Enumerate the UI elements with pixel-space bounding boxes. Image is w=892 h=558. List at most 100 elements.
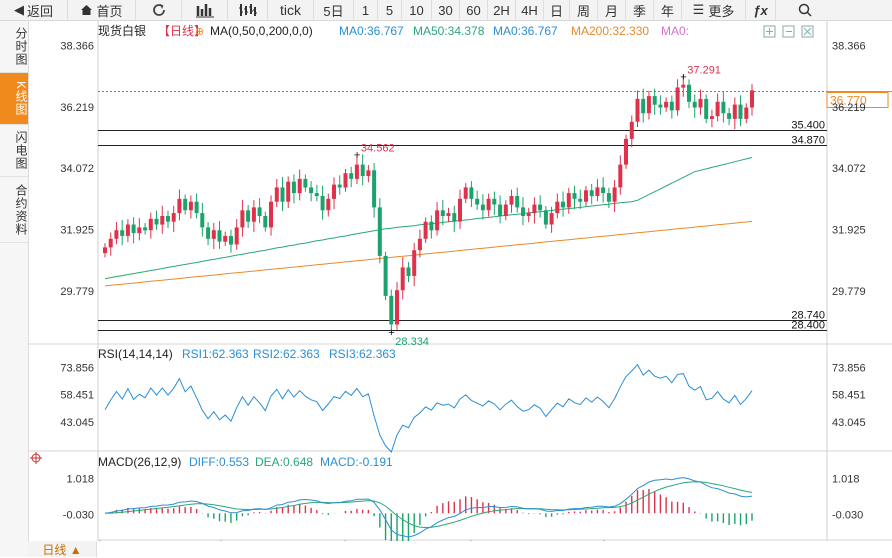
bar-type-button[interactable]	[228, 0, 268, 20]
sidebar-item-kline[interactable]: K线图	[0, 73, 28, 125]
macd-tick-left: 1.018	[66, 473, 94, 485]
sidebar-item-flash[interactable]: 闪电图	[0, 125, 28, 177]
y-tick-right: 34.072	[832, 163, 866, 175]
candle-body	[246, 210, 251, 222]
period-4h[interactable]: 4H	[516, 0, 544, 20]
formula-button[interactable]: ƒx	[746, 0, 776, 20]
y-tick-right: 29.779	[832, 286, 866, 298]
tick-button[interactable]: tick	[268, 0, 314, 20]
fx-icon: ƒx	[753, 2, 768, 18]
candle-body	[727, 113, 732, 119]
y-tick-left: 29.779	[60, 286, 94, 298]
candle-body	[503, 204, 508, 216]
candle-body	[303, 178, 308, 188]
candle-body	[561, 201, 565, 208]
extreme-label: 37.291	[687, 64, 721, 76]
refresh-icon	[152, 4, 165, 16]
candle-body	[217, 230, 222, 242]
expand-icon[interactable]	[763, 25, 776, 38]
candle-body	[343, 173, 348, 188]
search-button[interactable]	[776, 0, 834, 20]
candle-body	[664, 101, 669, 108]
y-tick-right: 31.925	[832, 225, 866, 237]
candle-body	[166, 216, 170, 222]
candle-body	[108, 238, 113, 248]
rsi2-legend: RSI2:62.363	[253, 347, 320, 361]
sidebar-item-contract-info[interactable]: 合约资料	[0, 177, 28, 243]
bottom-tab-daily[interactable]: 日线 ▲	[28, 541, 97, 557]
settings-icon[interactable]: ⊕	[195, 26, 204, 38]
candle-body	[543, 210, 548, 225]
candle-body	[641, 98, 646, 114]
candle-body	[177, 198, 182, 214]
candle-body	[486, 198, 491, 211]
candle-body	[584, 190, 588, 202]
candle-body	[589, 190, 594, 196]
period-2h[interactable]: 2H	[488, 0, 516, 20]
candle-body	[125, 224, 130, 236]
candle-body	[515, 196, 520, 208]
candle-body	[114, 230, 119, 239]
candle-body	[669, 101, 674, 111]
candle-body	[269, 201, 273, 228]
candle-body	[360, 164, 365, 176]
candle-body	[658, 104, 663, 108]
period-week[interactable]: 周	[570, 0, 598, 20]
period-60min[interactable]: 60	[460, 0, 488, 20]
candles	[103, 74, 754, 333]
candle-body	[354, 164, 359, 179]
period-day[interactable]: 日	[544, 0, 570, 20]
period-month[interactable]: 月	[598, 0, 626, 20]
more-button[interactable]: ☰ 更多	[682, 0, 746, 20]
back-arrow-icon: ◀	[13, 2, 24, 17]
candle-body	[274, 187, 279, 202]
candle-body	[744, 107, 749, 119]
candle-body	[194, 201, 199, 214]
legend-ma50: MA50:34.378	[413, 24, 485, 38]
period-year[interactable]: 年	[654, 0, 682, 20]
candle-body	[286, 181, 291, 202]
period-quarter[interactable]: 季	[626, 0, 654, 20]
candle-body	[320, 196, 325, 211]
kline-chart[interactable]: 现货白银 【日线】 ⊕ MA(0,50,0,200,0,0) MA0:36.76…	[28, 21, 892, 541]
candle-body	[412, 250, 417, 276]
sidebar-item-timeshare[interactable]: 分时图	[0, 21, 28, 73]
back-button[interactable]: ◀ 返回	[0, 0, 68, 20]
sidebar: 分时图 K线图 闪电图 合约资料	[0, 21, 29, 557]
candle-body	[595, 187, 600, 196]
candle-body	[440, 210, 445, 216]
candlestick-icon	[195, 4, 214, 18]
legend-ma0: MA0:36.767	[339, 24, 404, 38]
candle-body	[692, 101, 697, 108]
candle-body	[606, 193, 611, 202]
macd-dea-legend: DEA:0.648	[255, 455, 313, 469]
rsi-tick-right: 43.045	[832, 417, 866, 429]
candle-body	[183, 198, 188, 211]
close-panel-icon[interactable]	[801, 25, 814, 38]
refresh-button[interactable]	[136, 0, 182, 20]
candle-body	[337, 184, 342, 188]
crosshair-toggle-icon[interactable]	[30, 452, 42, 464]
legend-ma200: MA200:32.330	[571, 24, 649, 38]
price-line-label: 34.870	[791, 135, 825, 147]
period-5day[interactable]: 5日	[314, 0, 354, 20]
shrink-icon[interactable]	[782, 25, 795, 38]
y-tick-left: 31.925	[60, 225, 94, 237]
period-1min[interactable]: 1	[354, 0, 378, 20]
period-5min[interactable]: 5	[378, 0, 402, 20]
candle-body	[148, 218, 153, 231]
home-button[interactable]: 首页	[68, 0, 136, 20]
main-legend: 现货白银 【日线】 ⊕ MA(0,50,0,200,0,0) MA0:36.76…	[98, 23, 689, 38]
candle-body	[549, 213, 554, 225]
y-tick-left: 36.219	[60, 102, 94, 114]
candle-body	[137, 227, 142, 234]
candle-body	[435, 210, 440, 231]
kline-type-button[interactable]	[182, 0, 228, 20]
period-30min[interactable]: 30	[432, 0, 460, 20]
legend-ma: MA(0,50,0,200,0,0)	[210, 24, 313, 38]
candle-body	[652, 96, 657, 105]
legend-ma0-3: MA0:	[661, 24, 689, 38]
rsi-tick-left: 43.045	[60, 417, 94, 429]
candle-body	[715, 101, 720, 117]
period-10min[interactable]: 10	[402, 0, 432, 20]
